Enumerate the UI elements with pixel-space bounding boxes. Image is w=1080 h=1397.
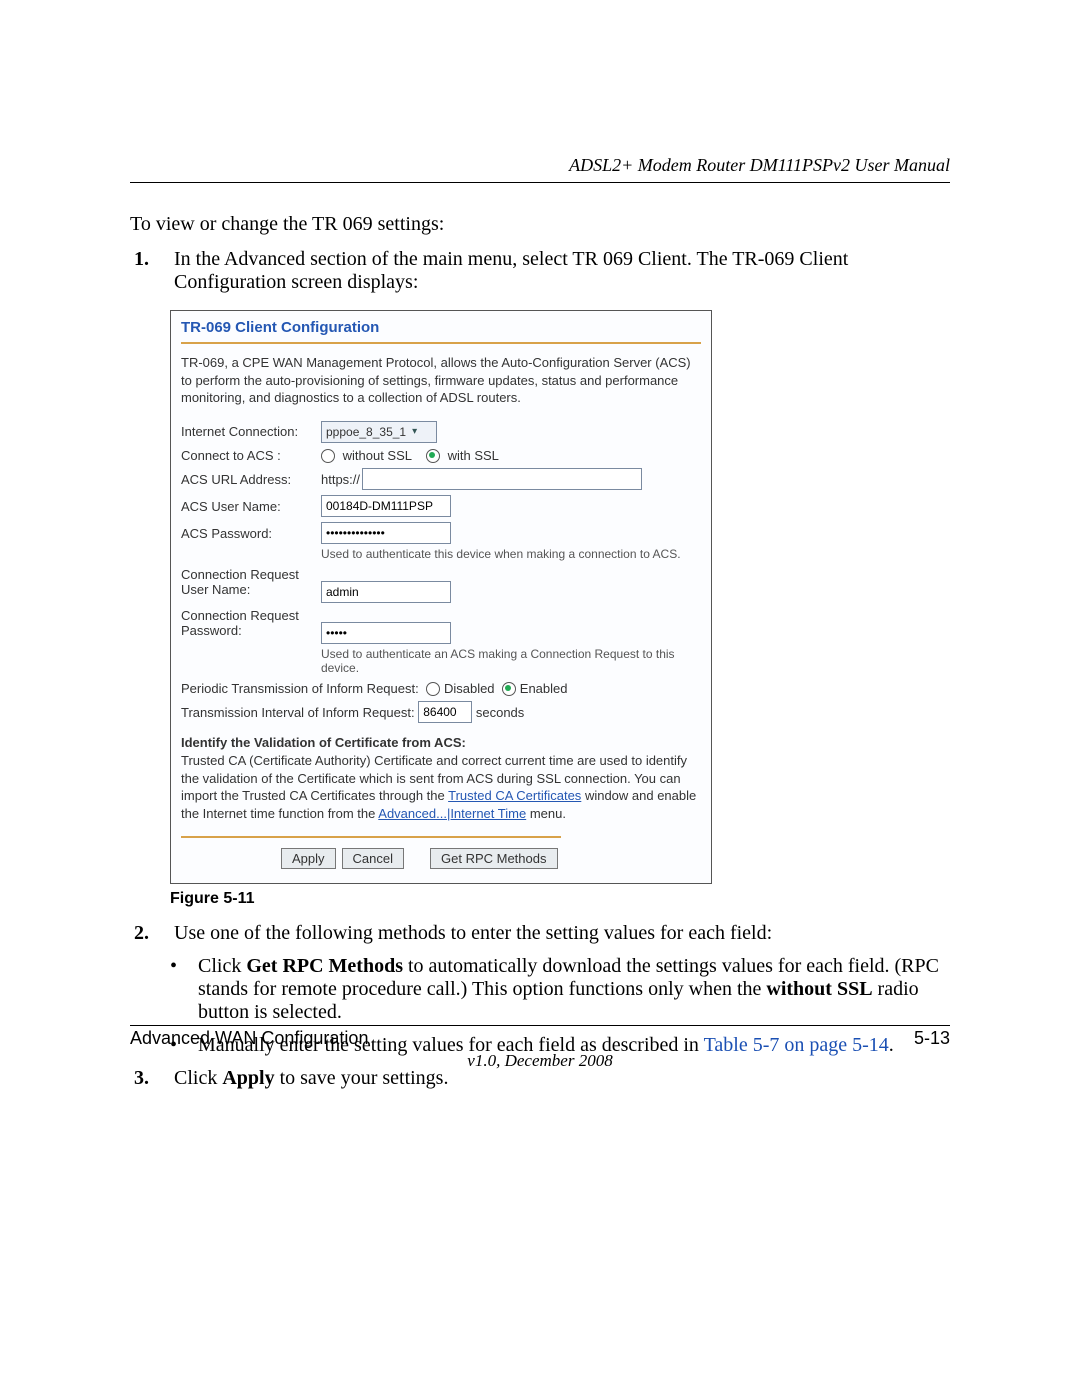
acs-url-prefix: https://	[321, 472, 360, 487]
footer-left: Advanced WAN Configuration	[130, 1028, 368, 1049]
label-inform-unit: seconds	[476, 705, 524, 720]
chevron-down-icon: ▾	[412, 426, 417, 437]
row-inform-periodic: Periodic Transmission of Inform Request:…	[181, 681, 701, 696]
label-conn-user-l2: User Name:	[181, 582, 321, 597]
figure-description: TR-069, a CPE WAN Management Protocol, a…	[181, 354, 701, 407]
label-conn-pass-l2: Password:	[181, 623, 321, 638]
ssl-radio-group: without SSL with SSL	[321, 448, 499, 464]
bullet-body: Click Get RPC Methods to automatically d…	[198, 955, 950, 1024]
label-with-ssl: with SSL	[448, 448, 499, 463]
step-number: 1.	[134, 248, 174, 294]
label-inform-enabled: Enabled	[520, 681, 568, 696]
footer-version: v1.0, December 2008	[130, 1051, 950, 1071]
label-inform-interval: Transmission Interval of Inform Request:	[181, 705, 415, 720]
conn-user-input[interactable]	[321, 581, 451, 603]
step-2: 2. Use one of the following methods to e…	[134, 922, 950, 945]
row-acs-url: ACS URL Address: https://	[181, 468, 701, 490]
bullet-1: • Click Get RPC Methods to automatically…	[170, 955, 950, 1024]
header-rule	[130, 182, 950, 183]
step-body: Use one of the following methods to ente…	[174, 922, 950, 945]
figure-buttons: Apply Cancel Get RPC Methods	[281, 848, 701, 869]
cert-text-post: menu.	[530, 806, 566, 821]
step-number: 2.	[134, 922, 174, 945]
b1-bold: Get RPC Methods	[246, 955, 403, 977]
step-1: 1. In the Advanced section of the main m…	[134, 248, 950, 294]
label-inform-disabled: Disabled	[444, 681, 495, 696]
page: ADSL2+ Modem Router DM111PSPv2 User Manu…	[0, 0, 1080, 1397]
footer-row: Advanced WAN Configuration 5-13	[130, 1028, 950, 1049]
bullet-dot-icon: •	[170, 955, 198, 1024]
row-connect-to-acs: Connect to ACS : without SSL with SSL	[181, 448, 701, 464]
link-internet-time[interactable]: Advanced...|Internet Time	[378, 806, 526, 821]
conn-pass-input[interactable]	[321, 622, 451, 644]
row-acs-pass: ACS Password:	[181, 522, 701, 544]
cert-paragraph: Trusted CA (Certificate Authority) Certi…	[181, 752, 701, 822]
internet-connection-select[interactable]: pppoe_8_35_1 ▾	[321, 421, 437, 443]
cancel-button[interactable]: Cancel	[342, 848, 404, 869]
help-acs-pass: Used to authenticate this device when ma…	[321, 547, 701, 561]
label-acs-url: ACS URL Address:	[181, 472, 321, 487]
figure-separator	[181, 836, 561, 838]
row-acs-user: ACS User Name:	[181, 495, 701, 517]
link-trusted-ca[interactable]: Trusted CA Certificates	[448, 788, 581, 803]
label-conn-user-l1: Connection Request	[181, 567, 321, 582]
ordered-list-2: 2. Use one of the following methods to e…	[130, 922, 950, 945]
label-conn-pass-l1: Connection Request	[181, 608, 321, 623]
ordered-list: 1. In the Advanced section of the main m…	[130, 248, 950, 294]
tr069-config-figure: TR-069 Client Configuration TR-069, a CP…	[170, 310, 712, 884]
footer-page-number: 5-13	[914, 1028, 950, 1049]
radio-inform-enabled[interactable]	[502, 682, 516, 696]
label-inform-periodic: Periodic Transmission of Inform Request:	[181, 681, 419, 696]
figure-title: TR-069 Client Configuration	[181, 319, 701, 344]
acs-url-input[interactable]	[362, 468, 642, 490]
row-conn-pass: Connection Request Password:	[181, 608, 701, 644]
b1-bold2: without SSL	[766, 978, 872, 1000]
apply-button[interactable]: Apply	[281, 848, 336, 869]
radio-inform-disabled[interactable]	[426, 682, 440, 696]
radio-with-ssl[interactable]	[426, 449, 440, 463]
acs-pass-input[interactable]	[321, 522, 451, 544]
get-rpc-button[interactable]: Get RPC Methods	[430, 848, 558, 869]
label-conn-user: Connection Request User Name:	[181, 567, 321, 597]
intro-text: To view or change the TR 069 settings:	[130, 213, 950, 236]
label-conn-pass: Connection Request Password:	[181, 608, 321, 638]
row-inform-interval: Transmission Interval of Inform Request:…	[181, 701, 701, 723]
label-connect-to-acs: Connect to ACS :	[181, 448, 321, 463]
cert-heading: Identify the Validation of Certificate f…	[181, 735, 701, 750]
label-internet-connection: Internet Connection:	[181, 424, 321, 439]
figure-caption: Figure 5-11	[170, 890, 950, 908]
step-body: In the Advanced section of the main menu…	[174, 248, 950, 294]
acs-user-input[interactable]	[321, 495, 451, 517]
row-conn-user: Connection Request User Name:	[181, 567, 701, 603]
inform-interval-input[interactable]	[418, 701, 472, 723]
internet-connection-value: pppoe_8_35_1	[326, 425, 406, 439]
row-internet-connection: Internet Connection: pppoe_8_35_1 ▾	[181, 421, 701, 443]
content-area: ADSL2+ Modem Router DM111PSPv2 User Manu…	[130, 155, 950, 1100]
help-conn-pass: Used to authenticate an ACS making a Con…	[321, 647, 701, 675]
header-title: ADSL2+ Modem Router DM111PSPv2 User Manu…	[130, 155, 950, 176]
label-acs-pass: ACS Password:	[181, 526, 321, 541]
footer: Advanced WAN Configuration 5-13 v1.0, De…	[130, 1025, 950, 1071]
footer-rule	[130, 1025, 950, 1026]
b1-pre: Click	[198, 955, 246, 977]
label-acs-user: ACS User Name:	[181, 499, 321, 514]
label-without-ssl: without SSL	[343, 448, 412, 463]
radio-without-ssl[interactable]	[321, 449, 335, 463]
